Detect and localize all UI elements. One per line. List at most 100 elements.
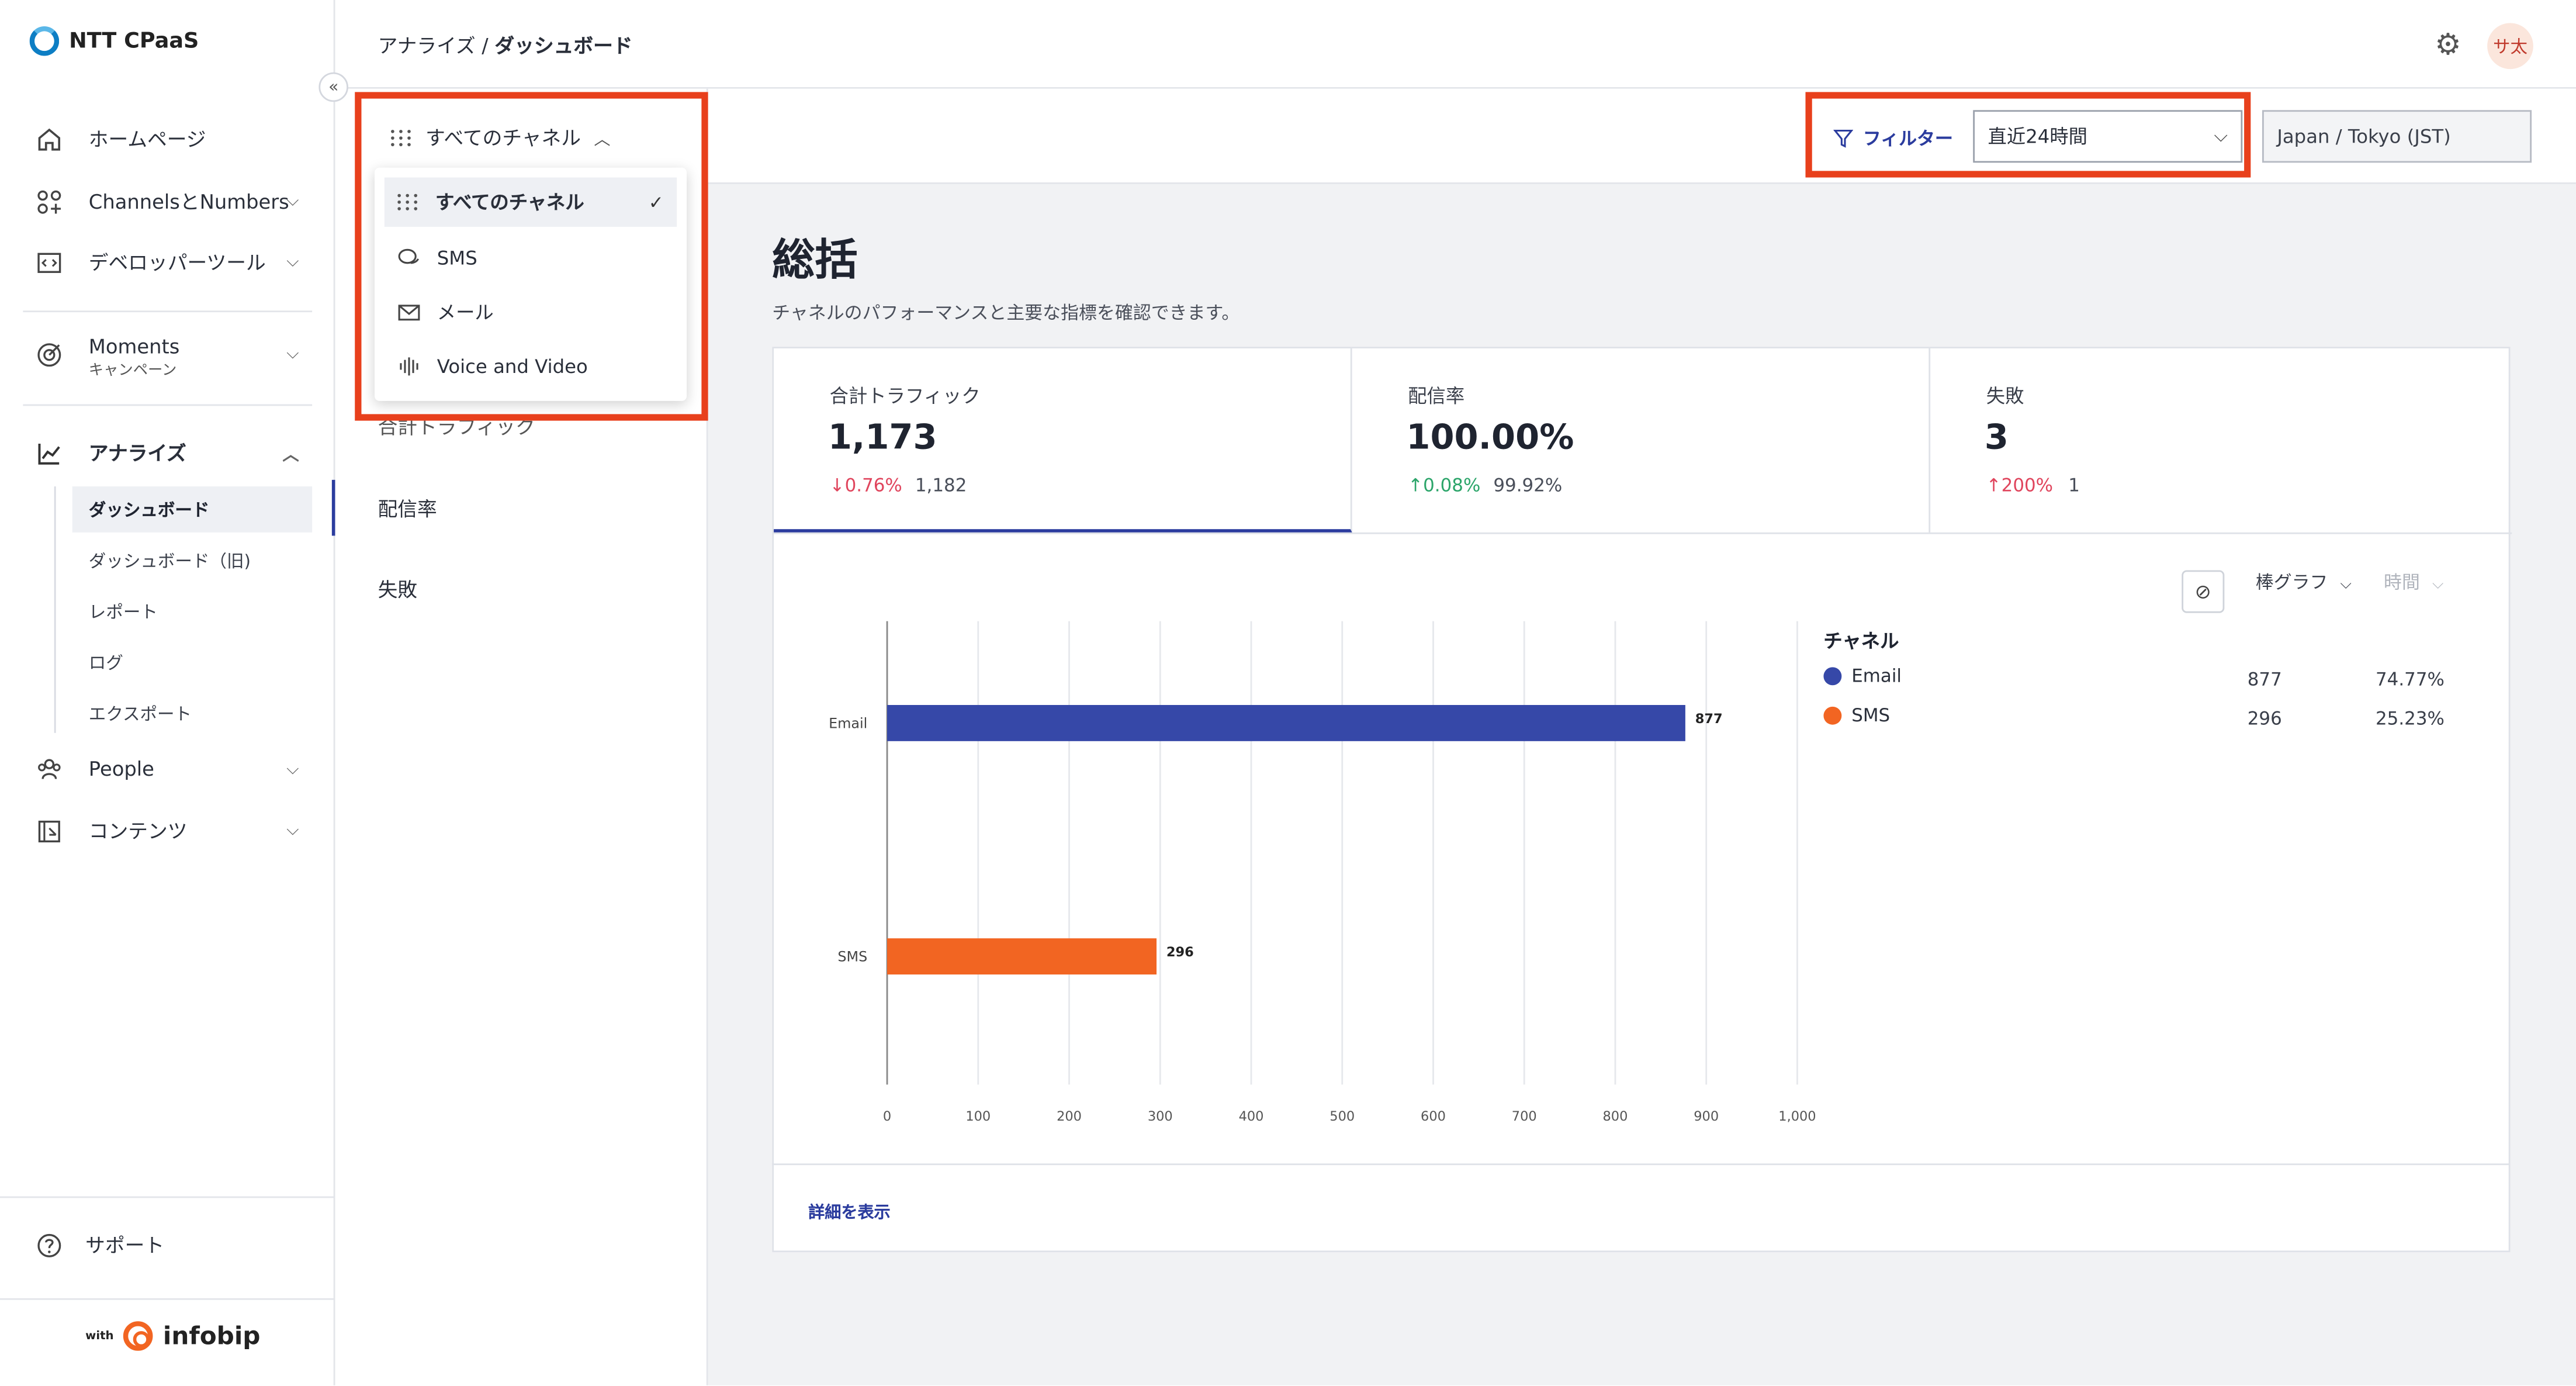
channel-option-all[interactable]: すべてのチャネル ✓ [384,177,677,227]
interval-select[interactable]: 時間 ⌵ [2384,569,2443,595]
collapse-sidebar-button[interactable]: « [318,72,348,102]
chart-type-value: 棒グラフ [2255,572,2328,593]
legend-swatch [1823,706,1842,725]
sidebar-item-devtools[interactable]: デベロッパーツール ⌵ [33,248,306,276]
bar-sms [887,938,1157,975]
channel-option-label: すべてのチャネル [435,191,584,214]
data-label: 877 [1695,711,1723,727]
sidebar-subitem-dashboard[interactable]: ダッシュボード [72,486,313,533]
grid-dots-icon [397,193,419,210]
metric-delta: ↑0.08% [1408,475,1481,496]
x-tick-label: 500 [1329,1109,1355,1124]
metric-value: 3 [1984,417,2009,457]
x-tick-label: 100 [965,1109,991,1124]
infobip-logo-icon [123,1321,154,1351]
legend-item-sms[interactable]: SMS [1823,705,1890,727]
sidebar-item-content[interactable]: コンテンツ ⌵ [33,817,306,845]
sidebar-divider [0,1298,335,1300]
channel-option-label: Voice and Video [437,355,588,378]
legend-value: 296 [2247,708,2282,730]
powered-by-logo: with infobip [85,1321,261,1351]
sidebar-item-support[interactable]: サポート [36,1231,164,1259]
metric-tile-delivery-rate[interactable]: 配信率 100.00% ↑0.08% 99.92% [1352,348,1931,533]
gear-icon[interactable]: ⚙ [2435,28,2461,63]
legend-percent: 74.77% [2375,669,2445,690]
support-label: サポート [85,1234,165,1257]
x-tick-label: 700 [1512,1109,1537,1124]
sidebar-item-label: ChannelsとNumbers [88,191,289,214]
sidebar-item-people[interactable]: People ⌵ [33,756,306,782]
avatar[interactable]: サ太 [2487,23,2533,70]
metric-label: 失敗 [1986,384,2024,408]
timezone-select[interactable]: Japan / Tokyo (JST) [2262,110,2532,163]
metric-tile-failed[interactable]: 失敗 3 ↑200% 1 [1930,348,2512,533]
sidebar-item-label: Moments [88,335,180,358]
sidebar-subitem-dashboard-old[interactable]: ダッシュボード（旧) [72,537,312,583]
people-icon [33,756,65,782]
chevron-up-icon: ︿ [594,131,611,150]
target-icon [33,342,65,368]
sidebar-subitem-reports[interactable]: レポート [72,588,312,634]
metric-nav-delivery-rate[interactable]: 配信率 [378,495,437,523]
metric-tile-traffic[interactable]: 合計トラフィック 1,173 ↓0.76% 1,182 [774,348,1352,533]
chevron-down-icon: ⌵ [286,345,299,364]
sidebar-item-analyze[interactable]: アナライズ ︿ [33,439,306,467]
x-tick-label: 1,000 [1778,1109,1816,1124]
sidebar-subitem-export[interactable]: エクスポート [72,690,312,737]
period-select[interactable]: 直近24時間 ⌵ [1973,110,2243,163]
legend-value: 877 [2247,669,2282,690]
breadcrumb-current: ダッシュボード [494,34,633,58]
sidebar-item-moments[interactable]: Moments キャンペーン ⌵ [33,335,306,379]
sidebar-item-channels[interactable]: ChannelsとNumbers ⌵ [33,187,306,215]
legend-label: Email [1851,665,1902,687]
channel-option-sms[interactable]: SMS [385,233,677,282]
metric-label: 配信率 [1408,384,1465,408]
filter-icon [1833,129,1854,148]
metric-delta: ↑200% [1986,475,2054,496]
channels-icon [33,188,65,215]
channel-option-label: メール [437,300,494,324]
powered-prefix: with [85,1329,114,1343]
metric-value: 1,173 [827,417,937,457]
metric-nav-failed[interactable]: 失敗 [378,575,418,603]
brand-logo[interactable]: NTT CPaaS [29,26,199,56]
sidebar-item-label: アナライズ [88,442,186,465]
x-tick-label: 200 [1057,1109,1082,1124]
legend-swatch [1823,667,1842,686]
submenu-guide-line [54,486,56,733]
breadcrumb-parent[interactable]: アナライズ / [378,34,495,57]
page-subtitle: チャネルのパフォーマンスと主要な指標を確認できます。 [772,302,1240,324]
x-tick-label: 800 [1603,1109,1628,1124]
metric-label: 合計トラフィック [829,384,981,408]
chart-icon [33,440,65,466]
show-details-link[interactable]: 詳細を表示 [808,1198,891,1223]
chevron-down-icon: ⌵ [286,253,299,271]
x-tick-label: 400 [1239,1109,1264,1124]
channel-dropdown-label: すべてのチャネル [425,126,581,150]
metric-previous: 1 [2068,475,2080,496]
category-label: SMS [837,949,867,965]
channel-option-voice[interactable]: Voice and Video [385,342,677,391]
channel-option-label: SMS [437,246,477,270]
x-tick-label: 900 [1694,1109,1719,1124]
sidebar-item-home[interactable]: ホームページ [33,125,306,153]
chart-type-select[interactable]: 棒グラフ ⌵ [2256,569,2352,595]
channel-dropdown-trigger[interactable]: すべてのチャネル ︿ [391,123,611,151]
brand-name: NTT CPaaS [69,29,199,54]
x-tick-label: 600 [1421,1109,1446,1124]
channel-dropdown-menu: すべてのチャネル ✓ SMS メール Voice and Video [374,167,687,401]
home-icon [33,126,65,152]
sidebar-divider [0,1196,335,1198]
sidebar-divider [23,404,313,406]
filter-button[interactable]: フィルター [1833,125,1953,151]
reset-zoom-button[interactable]: ⊘ [2182,570,2225,613]
content-icon [33,818,65,844]
sidebar-subitem-logs[interactable]: ログ [72,640,312,686]
card-footer-divider [772,1163,2511,1166]
sidebar-divider [23,310,313,313]
chevron-down-icon: ⌵ [2340,576,2352,593]
channel-option-email[interactable]: メール [385,288,677,337]
legend-item-email[interactable]: Email [1823,666,1902,687]
mail-icon [398,305,420,321]
metric-previous: 1,182 [915,475,967,496]
